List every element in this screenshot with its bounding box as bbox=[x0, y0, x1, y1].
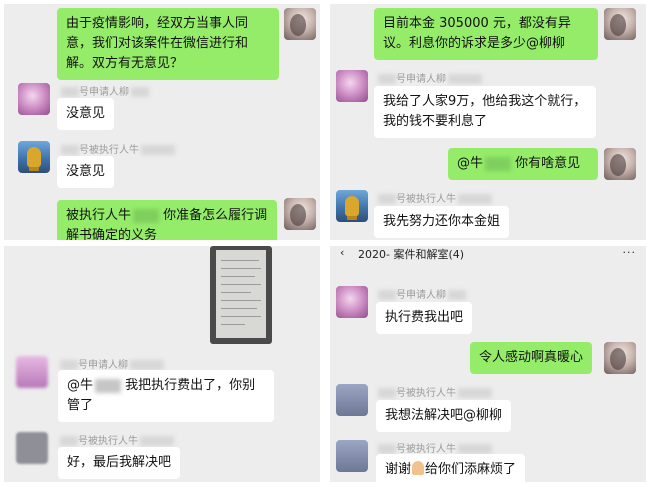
message-text-a: @牛 bbox=[457, 156, 484, 171]
message-bubble-received[interactable]: @牛 我把执行费出了，你别管了 bbox=[58, 370, 274, 422]
message-text: 令人感动啊真暖心 bbox=[479, 350, 584, 365]
message-bubble-received[interactable]: 我想法解决吧@柳柳 bbox=[376, 400, 512, 432]
sender-name: 号被执行人牛 bbox=[59, 141, 175, 156]
sender-name: 号申请人柳 bbox=[376, 286, 466, 301]
sender-name: 号被执行人牛 bbox=[376, 440, 492, 455]
chat-panel-3: 号申请人柳 @牛 我把执行费出了，你别管了 号被执行人牛 好，最后我解决吧 bbox=[4, 246, 320, 482]
chat-panel-4: ‹ 2020- 案件和解室(4) ··· 号申请人柳 执行费我出吧 令人感动啊真… bbox=[330, 246, 646, 482]
applicant-avatar[interactable] bbox=[336, 286, 368, 318]
applicant-avatar[interactable] bbox=[18, 83, 50, 115]
respondent-avatar[interactable] bbox=[336, 440, 368, 472]
message-text: 我先努力还你本金姐 bbox=[383, 214, 501, 229]
message-bubble-received[interactable]: 没意见 bbox=[57, 98, 115, 130]
sender-name: 号申请人柳 bbox=[58, 356, 164, 371]
message-text-a: 被执行人牛 bbox=[66, 208, 132, 223]
message-bubble-sent[interactable]: 由于疫情影响，经双方当事人同意，我们对该案件在微信进行和解。双方有无意见？ bbox=[57, 8, 279, 80]
message-bubble-sent[interactable]: @牛 你有啥意见 bbox=[448, 148, 598, 180]
message-text: 执行费我出吧 bbox=[385, 310, 464, 325]
message-bubble-received[interactable]: 好，最后我解决吧 bbox=[58, 447, 181, 479]
message-text-b: 你有啥意见 bbox=[515, 156, 581, 171]
my-avatar[interactable] bbox=[604, 342, 636, 374]
message-text: 目前本金 305000 元，都没有异议。利息你的诉求是多少@柳柳 bbox=[383, 16, 571, 51]
applicant-avatar[interactable] bbox=[16, 356, 48, 388]
message-text: 由于疫情影响，经双方当事人同意，我们对该案件在微信进行和解。双方有无意见？ bbox=[66, 16, 249, 71]
message-bubble-received[interactable]: 谢谢 给你们添麻烦了 bbox=[376, 454, 526, 482]
message-bubble-sent[interactable]: 目前本金 305000 元，都没有异议。利息你的诉求是多少@柳柳 bbox=[374, 8, 598, 60]
sender-name: 号申请人柳 bbox=[376, 70, 482, 85]
message-text: 我给了人家9万，他给我这个就行，我的钱不要利息了 bbox=[383, 94, 587, 129]
message-text: 没意见 bbox=[66, 106, 106, 121]
chat-title: 2020- 案件和解室(4) bbox=[358, 248, 465, 261]
sender-name: 号申请人柳 bbox=[59, 83, 149, 98]
sender-name: 号被执行人牛 bbox=[376, 384, 492, 399]
chat-panel-1: 由于疫情影响，经双方当事人同意，我们对该案件在微信进行和解。双方有无意见？ 号申… bbox=[4, 4, 320, 240]
message-text-a: 谢谢 bbox=[385, 462, 412, 477]
respondent-avatar[interactable] bbox=[336, 190, 368, 222]
respondent-avatar[interactable] bbox=[336, 384, 368, 416]
message-bubble-sent[interactable]: 令人感动啊真暖心 bbox=[470, 342, 593, 374]
back-icon[interactable]: ‹ bbox=[340, 246, 344, 259]
pray-emoji-icon bbox=[412, 461, 425, 475]
document-image[interactable] bbox=[210, 246, 272, 344]
message-text: 好，最后我解决吧 bbox=[67, 455, 172, 470]
my-avatar[interactable] bbox=[284, 8, 316, 40]
chat-panel-2: 目前本金 305000 元，都没有异议。利息你的诉求是多少@柳柳 号申请人柳 我… bbox=[330, 4, 646, 240]
my-avatar[interactable] bbox=[604, 8, 636, 40]
applicant-avatar[interactable] bbox=[336, 70, 368, 102]
message-text-b: 给你们添麻烦了 bbox=[425, 462, 517, 477]
more-icon[interactable]: ··· bbox=[623, 246, 637, 259]
message-bubble-received[interactable]: 没意见 bbox=[57, 156, 115, 188]
my-avatar[interactable] bbox=[604, 148, 636, 180]
respondent-avatar[interactable] bbox=[18, 141, 50, 173]
message-bubble-received[interactable]: 我给了人家9万，他给我这个就行，我的钱不要利息了 bbox=[374, 86, 596, 138]
my-avatar[interactable] bbox=[284, 198, 316, 230]
message-bubble-received[interactable]: 执行费我出吧 bbox=[376, 302, 473, 334]
message-text: 我想法解决吧@柳柳 bbox=[385, 408, 503, 423]
message-text-a: @牛 bbox=[67, 378, 94, 393]
sender-name: 号被执行人牛 bbox=[58, 432, 174, 447]
message-text: 没意见 bbox=[66, 164, 106, 179]
message-bubble-received[interactable]: 我先努力还你本金姐 bbox=[374, 206, 510, 238]
sender-name: 号被执行人牛 bbox=[376, 190, 492, 205]
respondent-avatar[interactable] bbox=[16, 432, 48, 464]
message-bubble-sent[interactable]: 被执行人牛 你准备怎么履行调解书确定的义务 bbox=[57, 200, 277, 240]
chat-header: ‹ 2020- 案件和解室(4) ··· bbox=[330, 246, 646, 262]
